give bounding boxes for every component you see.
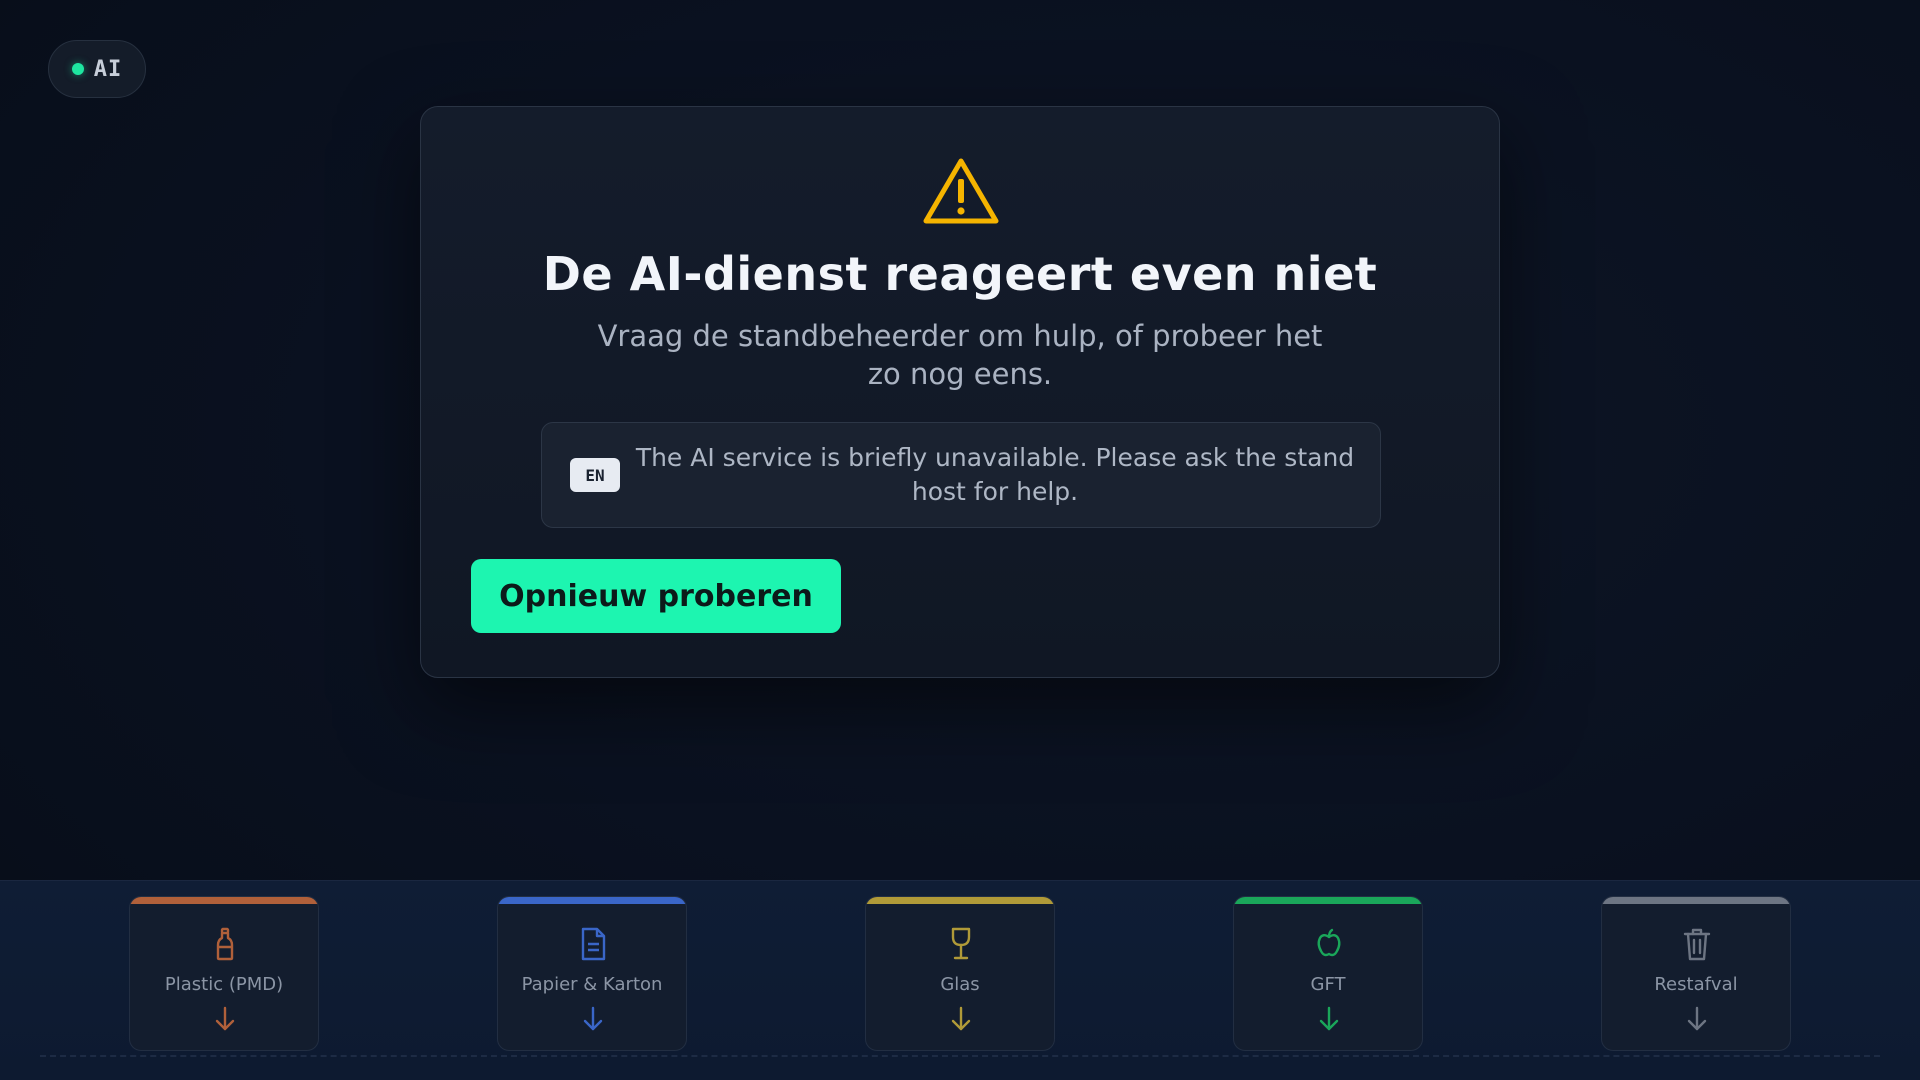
bin-bar: Plastic (PMD) Papier & Karton Glas GFT R… xyxy=(0,880,1920,1080)
trash-icon xyxy=(1683,928,1711,961)
language-badge: EN xyxy=(570,458,620,492)
bin-label: Papier & Karton xyxy=(521,974,663,995)
bin-color-strip xyxy=(498,897,686,904)
glass-icon xyxy=(951,927,971,960)
document-icon xyxy=(581,927,606,961)
app-root: AI De AI-dienst reageert even niet Vraag… xyxy=(0,0,1920,1080)
arrow-down-icon xyxy=(215,1006,235,1031)
bin-bar-divider xyxy=(40,1055,1880,1057)
bin-label: Plastic (PMD) xyxy=(164,974,284,995)
ai-status-pill: AI xyxy=(48,40,146,98)
bin-label: Restafval xyxy=(1654,974,1738,995)
arrow-down-icon xyxy=(1319,1006,1339,1031)
bin-color-strip xyxy=(1602,897,1790,904)
bin-plastic[interactable]: Plastic (PMD) xyxy=(129,896,319,1051)
dialog-subtitle: Vraag de standbeheerder om hulp, of prob… xyxy=(597,319,1323,391)
ai-status-label: AI xyxy=(93,56,123,82)
dialog-title: De AI-dienst reageert even niet xyxy=(542,247,1378,301)
bin-residual[interactable]: Restafval xyxy=(1601,896,1791,1051)
bin-paper[interactable]: Papier & Karton xyxy=(497,896,687,1051)
warning-triangle-icon xyxy=(923,158,999,224)
bin-label: Glas xyxy=(940,974,980,995)
arrow-down-icon xyxy=(1687,1006,1707,1031)
bin-glass[interactable]: Glas xyxy=(865,896,1055,1051)
arrow-down-icon xyxy=(951,1006,971,1031)
bin-organic[interactable]: GFT xyxy=(1233,896,1423,1051)
translation-text: The AI service is briefly unavailable. P… xyxy=(635,443,1355,506)
bin-color-strip xyxy=(866,897,1054,904)
translation-box: EN The AI service is briefly unavailable… xyxy=(541,422,1381,528)
bin-color-strip xyxy=(130,897,318,904)
bin-color-strip xyxy=(1234,897,1422,904)
bin-label: GFT xyxy=(1310,974,1346,995)
bottle-icon xyxy=(216,927,234,961)
error-dialog: De AI-dienst reageert even niet Vraag de… xyxy=(420,106,1500,678)
status-dot xyxy=(71,63,84,75)
retry-button[interactable]: Opnieuw proberen xyxy=(471,559,841,633)
apple-icon xyxy=(1317,928,1341,957)
arrow-down-icon xyxy=(583,1006,603,1031)
